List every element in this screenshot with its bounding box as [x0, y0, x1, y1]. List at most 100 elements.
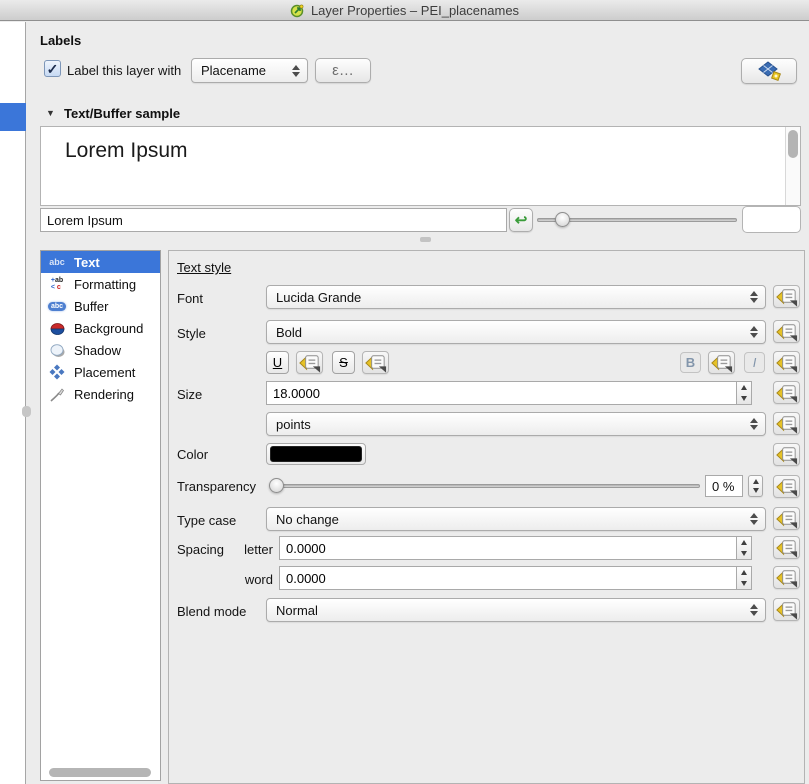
transparency-slider-track[interactable]	[272, 484, 700, 488]
text-style-heading: Text style	[177, 260, 231, 275]
color-swatch-button[interactable]	[266, 443, 366, 465]
size-override-button[interactable]	[773, 381, 800, 404]
sidebar-item-formatting[interactable]: +ab< c Formatting	[41, 273, 160, 295]
type-case-select[interactable]: No change	[266, 507, 766, 531]
size-input[interactable]	[266, 381, 736, 405]
word-spacing-spinbox[interactable]	[279, 566, 752, 590]
vertical-splitter-handle[interactable]	[22, 406, 31, 417]
qgis-app-icon	[290, 3, 305, 18]
letter-spacing-input[interactable]	[279, 536, 736, 560]
underline-override-button[interactable]	[296, 351, 323, 374]
style-override-button[interactable]	[773, 320, 800, 343]
font-select[interactable]: Lucida Grande	[266, 285, 766, 309]
sample-size-spinbox[interactable]	[742, 206, 801, 233]
text-abc-icon: abc	[46, 257, 68, 267]
transparency-stepper[interactable]	[748, 475, 763, 497]
expression-builder-button[interactable]: ε…	[315, 58, 371, 83]
data-defined-override-icon	[774, 537, 799, 559]
titlebar[interactable]: Layer Properties – PEI_placenames	[0, 0, 809, 21]
sample-text-input[interactable]	[40, 208, 507, 232]
transparency-label: Transparency	[177, 479, 256, 494]
label-settings-list: abc Text +ab< c Formatting abc Buffer Ba…	[40, 250, 161, 781]
word-spacing-input[interactable]	[279, 566, 736, 590]
word-spacing-override-button[interactable]	[773, 566, 800, 589]
size-unit-select[interactable]: points	[266, 412, 766, 436]
size-spinbox[interactable]	[266, 381, 752, 405]
strikeout-override-button[interactable]	[362, 351, 389, 374]
underline-button[interactable]: U	[266, 351, 289, 374]
sidebar-item-placement[interactable]: Placement	[41, 361, 160, 383]
style-value: Bold	[276, 325, 302, 340]
sample-scrollbar-thumb[interactable]	[788, 130, 798, 158]
transparency-override-button[interactable]	[773, 475, 800, 498]
selected-tab-indicator[interactable]	[0, 103, 26, 131]
text-buffer-sample-preview: Lorem Ipsum	[40, 126, 801, 206]
sidebar-item-label: Formatting	[74, 277, 136, 292]
spinner-arrows-icon[interactable]	[736, 536, 752, 560]
shadow-icon	[46, 343, 68, 358]
transparency-value-input[interactable]	[705, 475, 743, 497]
size-unit-override-button[interactable]	[773, 412, 800, 435]
type-case-label: Type case	[177, 513, 236, 528]
type-case-value: No change	[276, 512, 339, 527]
type-case-override-button[interactable]	[773, 507, 800, 530]
spinner-arrows-icon[interactable]	[736, 566, 752, 590]
data-defined-override-icon	[774, 321, 799, 343]
transparency-slider-thumb[interactable]	[269, 478, 284, 493]
sidebar-item-text[interactable]: abc Text	[41, 251, 160, 273]
sidebar-item-label: Shadow	[74, 343, 121, 358]
data-defined-override-icon	[774, 476, 799, 498]
rendering-brush-icon	[46, 387, 68, 402]
data-defined-override-icon	[709, 352, 734, 374]
data-defined-override-icon	[774, 508, 799, 530]
label-field-select[interactable]: Placename	[191, 58, 308, 83]
sample-size-slider-thumb[interactable]	[555, 212, 570, 227]
bold-override-button[interactable]	[708, 351, 735, 374]
text-style-panel: Text style Font Lucida Grande Style Bold…	[168, 250, 805, 784]
sidebar-horizontal-scrollbar[interactable]	[49, 768, 151, 777]
blend-mode-select[interactable]: Normal	[266, 598, 766, 622]
sidebar-item-shadow[interactable]: Shadow	[41, 339, 160, 361]
automated-placement-settings-button[interactable]	[741, 58, 797, 84]
color-override-button[interactable]	[773, 443, 800, 466]
letter-spacing-spinbox[interactable]	[279, 536, 752, 560]
window-title: Layer Properties – PEI_placenames	[311, 3, 519, 18]
popup-arrows-icon	[750, 326, 758, 338]
blend-mode-override-button[interactable]	[773, 598, 800, 621]
letter-spacing-override-button[interactable]	[773, 536, 800, 559]
formatting-icon: +ab< c	[46, 277, 68, 291]
bold-button[interactable]: B	[680, 352, 701, 373]
reset-sample-text-button[interactable]: ↩	[509, 208, 533, 232]
font-override-button[interactable]	[773, 285, 800, 308]
style-select[interactable]: Bold	[266, 320, 766, 344]
spinner-arrows-icon[interactable]	[736, 381, 752, 405]
undo-arrow-icon: ↩	[515, 213, 528, 228]
sidebar-item-buffer[interactable]: abc Buffer	[41, 295, 160, 317]
italic-button[interactable]: I	[744, 352, 765, 373]
popup-arrows-icon	[750, 291, 758, 303]
sidebar-item-rendering[interactable]: Rendering	[41, 383, 160, 405]
sample-vertical-scrollbar[interactable]	[785, 127, 800, 205]
font-label: Font	[177, 291, 203, 306]
sample-section-header[interactable]: Text/Buffer sample	[64, 106, 180, 121]
label-field-value: Placename	[201, 63, 266, 78]
style-label: Style	[177, 326, 206, 341]
sidebar-item-background[interactable]: Background	[41, 317, 160, 339]
popup-arrows-icon	[750, 513, 758, 525]
size-unit-value: points	[276, 417, 311, 432]
data-defined-override-icon	[774, 286, 799, 308]
data-defined-override-icon	[363, 352, 388, 374]
data-defined-override-icon	[774, 444, 799, 466]
spacing-word-label: word	[229, 572, 273, 587]
horizontal-splitter-handle[interactable]	[420, 237, 431, 242]
italic-override-button[interactable]	[773, 351, 800, 374]
spacing-letter-label: letter	[229, 542, 273, 557]
data-defined-override-icon	[774, 599, 799, 621]
label-this-layer-checkbox[interactable]: ✓	[44, 60, 61, 77]
data-defined-override-icon	[774, 413, 799, 435]
placement-icon	[46, 364, 68, 380]
collapse-triangle-icon[interactable]: ▼	[46, 108, 55, 118]
epsilon-icon: ε…	[332, 62, 354, 79]
strikeout-button[interactable]: S	[332, 351, 355, 374]
placement-settings-icon	[756, 61, 783, 81]
